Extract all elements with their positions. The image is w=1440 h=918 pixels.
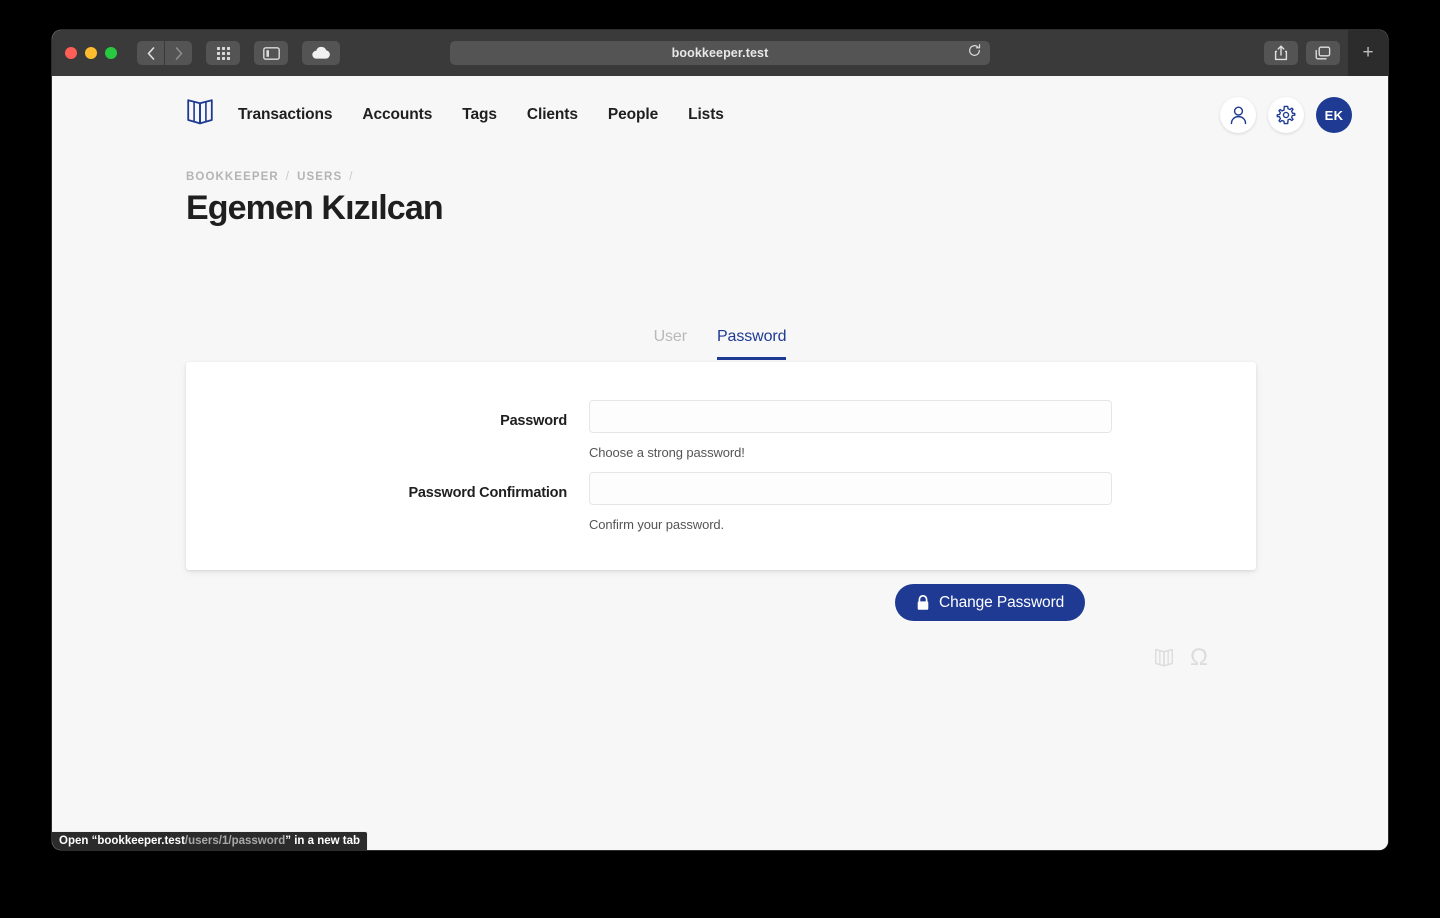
reload-icon	[969, 44, 981, 56]
navbar-actions: EK	[1220, 97, 1352, 133]
password-confirmation-input[interactable]	[589, 472, 1112, 505]
navigation-buttons	[137, 41, 192, 65]
password-confirmation-help-text: Confirm your password.	[589, 517, 725, 532]
reload-button[interactable]	[968, 44, 981, 62]
password-label: Password	[500, 413, 567, 429]
close-window-button[interactable]	[65, 47, 77, 59]
nav-link-transactions[interactable]: Transactions	[238, 106, 333, 124]
main-nav-links: Transactions Accounts Tags Clients Peopl…	[238, 106, 724, 124]
page-footer: Ω	[1154, 646, 1208, 670]
app-logo[interactable]	[186, 98, 214, 133]
status-suffix: ” in a new tab	[285, 835, 361, 847]
window-traffic-lights	[65, 47, 117, 59]
show-tabs-button[interactable]	[1306, 41, 1340, 65]
link-status-bar: Open “bookkeeper.test/users/1/password” …	[52, 831, 369, 850]
status-path: /users/1/password	[184, 835, 286, 847]
toolbar-right-actions	[1264, 41, 1340, 65]
chevron-right-icon	[175, 46, 182, 60]
password-form-card: Password Choose a strong password! Passw…	[186, 362, 1256, 570]
open-book-logo	[187, 98, 213, 124]
lock-icon	[917, 594, 929, 610]
page-header: BOOKKEEPER / USERS / Egemen Kızılcan	[186, 171, 444, 228]
change-password-button[interactable]: Change Password	[895, 584, 1086, 621]
nav-link-tags[interactable]: Tags	[462, 106, 497, 124]
sidebar-toggle-icon	[262, 46, 280, 60]
copy-tabs-icon	[1315, 46, 1331, 59]
browser-window: bookkeeper.test + Transactions Accounts …	[52, 30, 1388, 850]
grid-icon	[216, 46, 230, 60]
person-icon	[1230, 106, 1246, 125]
breadcrumb-separator: /	[285, 171, 291, 183]
password-confirmation-label: Password Confirmation	[408, 485, 567, 501]
url-bar[interactable]: bookkeeper.test	[450, 41, 990, 65]
password-field-group: Choose a strong password!	[589, 400, 1112, 460]
section-tabs: User Password	[52, 328, 1388, 360]
nav-link-clients[interactable]: Clients	[527, 106, 578, 124]
new-tab-button[interactable]: +	[1348, 30, 1388, 76]
page-viewport: Transactions Accounts Tags Clients Peopl…	[52, 76, 1388, 850]
tab-password[interactable]: Password	[716, 328, 787, 360]
share-icon	[1274, 45, 1288, 61]
settings-button[interactable]	[1268, 97, 1304, 133]
tab-user[interactable]: User	[654, 328, 687, 360]
open-book-icon	[1155, 648, 1174, 666]
change-password-label: Change Password	[939, 593, 1065, 611]
nav-link-people[interactable]: People	[608, 106, 658, 124]
omega-icon: Ω	[1190, 644, 1208, 671]
status-domain: bookkeeper.test	[97, 835, 185, 847]
breadcrumb-separator-trailing: /	[349, 171, 354, 183]
nav-link-lists[interactable]: Lists	[688, 106, 724, 124]
user-avatar[interactable]: EK	[1316, 97, 1352, 133]
gear-icon	[1276, 105, 1296, 125]
browser-toolbar: bookkeeper.test +	[52, 30, 1388, 76]
profile-button[interactable]	[1220, 97, 1256, 133]
chevron-left-icon	[147, 46, 154, 60]
url-text: bookkeeper.test	[671, 46, 769, 60]
sidebar-toggle-button[interactable]	[254, 41, 288, 65]
password-help-text: Choose a strong password!	[589, 445, 745, 460]
back-button[interactable]	[137, 41, 164, 65]
breadcrumb-item-users[interactable]: USERS	[297, 171, 342, 183]
share-button[interactable]	[1264, 41, 1298, 65]
page-title: Egemen Kızılcan	[186, 189, 444, 227]
app-navbar: Transactions Accounts Tags Clients Peopl…	[52, 76, 1388, 154]
password-confirmation-field-group: Confirm your password.	[589, 472, 1112, 532]
minimize-window-button[interactable]	[85, 47, 97, 59]
tab-overview-button[interactable]	[206, 41, 240, 65]
breadcrumb-item-bookkeeper[interactable]: BOOKKEEPER	[186, 171, 279, 183]
form-row-password: Password Choose a strong password!	[186, 400, 1256, 460]
password-input[interactable]	[589, 400, 1112, 433]
form-row-password-confirmation: Password Confirmation Confirm your passw…	[186, 472, 1256, 532]
breadcrumb: BOOKKEEPER / USERS /	[186, 171, 443, 183]
icloud-button[interactable]	[302, 41, 340, 65]
cloud-icon	[312, 46, 330, 59]
nav-link-accounts[interactable]: Accounts	[362, 106, 432, 124]
maximize-window-button[interactable]	[105, 47, 117, 59]
forward-button[interactable]	[165, 41, 192, 65]
status-prefix: Open “	[59, 835, 98, 847]
